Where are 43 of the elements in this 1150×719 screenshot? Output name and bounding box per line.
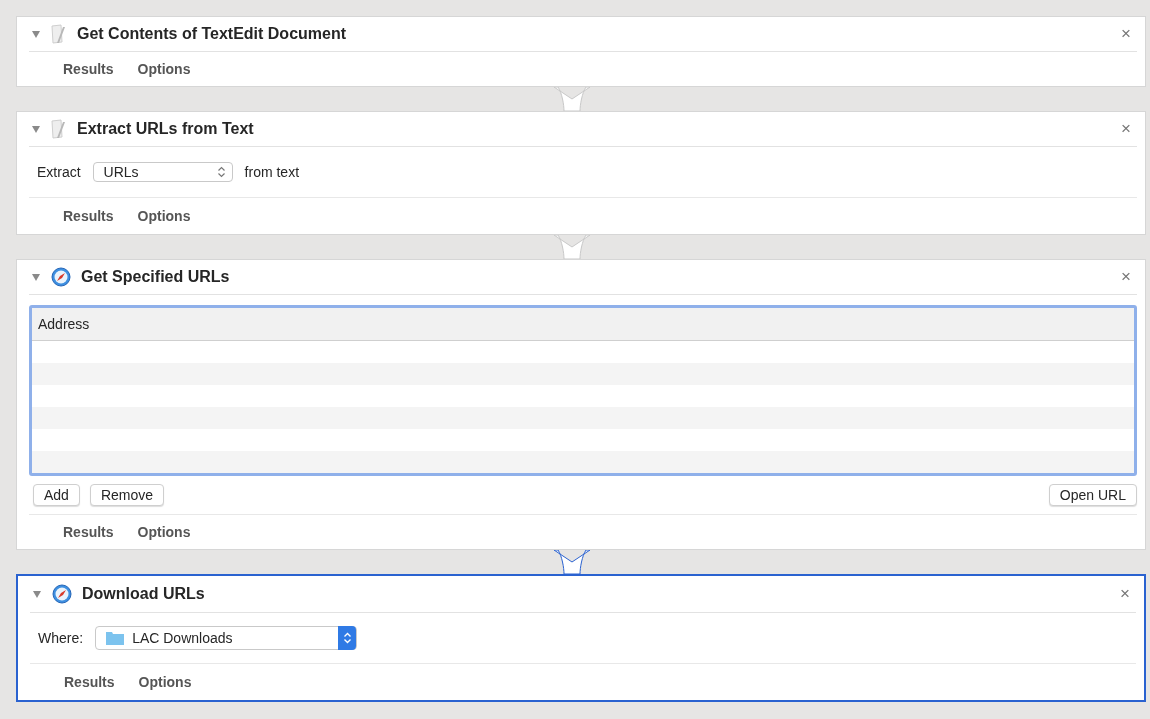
- disclosure-triangle-icon[interactable]: [31, 29, 41, 39]
- action-title: Extract URLs from Text: [77, 120, 254, 138]
- folder-popup-menu[interactable]: LAC Downloads: [95, 626, 358, 650]
- stepper-arrows-icon: [338, 626, 357, 650]
- footer-tab[interactable]: Options: [137, 524, 191, 540]
- compass-icon: [52, 584, 72, 604]
- document-icon: [51, 119, 67, 139]
- close-button[interactable]: ×: [1121, 119, 1137, 139]
- action-card[interactable]: Download URLs × Where: LAC Downloads Results Options: [16, 574, 1146, 702]
- footer-tab[interactable]: Results: [63, 61, 114, 77]
- open-url-button[interactable]: Open URL: [1048, 484, 1137, 506]
- document-icon: [51, 24, 67, 44]
- popup-menu[interactable]: URLs: [92, 162, 233, 182]
- action-title: Download URLs: [82, 585, 205, 603]
- footer-tab[interactable]: Results: [63, 524, 114, 540]
- folder-icon: [106, 631, 125, 645]
- close-button[interactable]: ×: [1121, 267, 1137, 287]
- disclosure-triangle-icon[interactable]: [31, 124, 41, 134]
- action-title: Get Specified URLs: [81, 268, 230, 286]
- compass-icon: [51, 267, 71, 287]
- footer-tab[interactable]: Options: [138, 674, 192, 690]
- field-label: Where:: [38, 630, 84, 646]
- connector-icon: [552, 235, 592, 259]
- footer-tab[interactable]: Results: [63, 208, 114, 224]
- url-table[interactable]: Address: [29, 305, 1137, 476]
- close-button[interactable]: ×: [1120, 584, 1136, 604]
- action-card[interactable]: Get Contents of TextEdit Document × Results Options: [16, 16, 1146, 87]
- push-button[interactable]: Remove: [89, 484, 165, 506]
- footer-tab[interactable]: Options: [137, 208, 191, 224]
- disclosure-triangle-icon[interactable]: [31, 272, 41, 282]
- field-label: from text: [244, 164, 300, 180]
- action-title: Get Contents of TextEdit Document: [77, 25, 347, 43]
- connector-icon: [552, 87, 592, 111]
- disclosure-triangle-icon[interactable]: [32, 589, 42, 599]
- field-label: Extract: [37, 164, 81, 180]
- push-button[interactable]: Add: [33, 484, 80, 506]
- footer-tab[interactable]: Results: [64, 674, 115, 690]
- footer-tab[interactable]: Options: [137, 61, 191, 77]
- close-button[interactable]: ×: [1121, 24, 1137, 44]
- action-card[interactable]: Extract URLs from Text × Extract URLs from text Results Options: [16, 111, 1146, 235]
- stepper-arrows-icon: [216, 166, 226, 178]
- action-card[interactable]: Get Specified URLs × Address Add Remove Open URL Results Options: [16, 259, 1146, 550]
- connector-icon: [552, 550, 592, 574]
